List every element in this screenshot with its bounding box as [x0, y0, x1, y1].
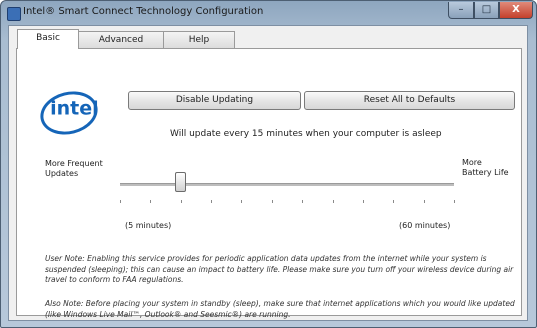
slider-tick	[150, 200, 152, 203]
battery-life-label: More Battery Life	[462, 158, 509, 177]
intel-logo: intel	[35, 85, 103, 141]
title-bar[interactable]: Intel® Smart Connect Technology Configur…	[1, 1, 536, 25]
dialog-body: Basic Advanced Help intel Disable Updati…	[8, 25, 528, 321]
slider-tick	[423, 200, 425, 203]
reset-defaults-button[interactable]: Reset All to Defaults	[304, 91, 515, 110]
maximize-button[interactable]: □	[474, 2, 499, 19]
slider-tick	[332, 200, 334, 203]
update-frequency-slider-track[interactable]	[120, 183, 454, 186]
slider-tick	[271, 200, 273, 203]
update-frequency-slider-thumb[interactable]	[174, 172, 186, 192]
user-note-text: User Note: Enabling this service provide…	[45, 254, 514, 284]
slider-tick	[211, 200, 213, 203]
slider-tick	[120, 200, 121, 203]
slider-tick	[241, 200, 243, 203]
slider-tick	[362, 200, 364, 203]
slider-max-label: (60 minutes)	[399, 221, 451, 230]
slider-min-label: (5 minutes)	[125, 221, 172, 230]
tab-help[interactable]: Help	[163, 31, 235, 48]
slider-tick	[302, 200, 304, 203]
minimize-button[interactable]: –	[448, 2, 474, 19]
slider-tick	[180, 200, 182, 203]
disable-updating-button[interactable]: Disable Updating	[128, 91, 301, 110]
tab-basic[interactable]: Basic	[17, 29, 79, 49]
close-button[interactable]: X	[499, 2, 533, 19]
update-interval-text: Will update every 15 minutes when your c…	[170, 129, 442, 139]
slider-tick	[393, 200, 395, 203]
basic-tab-panel: intel Disable Updating Reset All to Defa…	[16, 48, 522, 319]
window-title: Intel® Smart Connect Technology Configur…	[23, 6, 264, 17]
also-note-text: Also Note: Before placing your system in…	[45, 299, 515, 319]
frequent-updates-label: More Frequent Updates	[45, 159, 103, 178]
app-icon	[7, 7, 21, 21]
intel-logo-text: intel	[50, 97, 99, 120]
slider-tick	[454, 200, 455, 203]
tab-advanced[interactable]: Advanced	[78, 31, 164, 48]
app-window: Intel® Smart Connect Technology Configur…	[0, 0, 537, 328]
